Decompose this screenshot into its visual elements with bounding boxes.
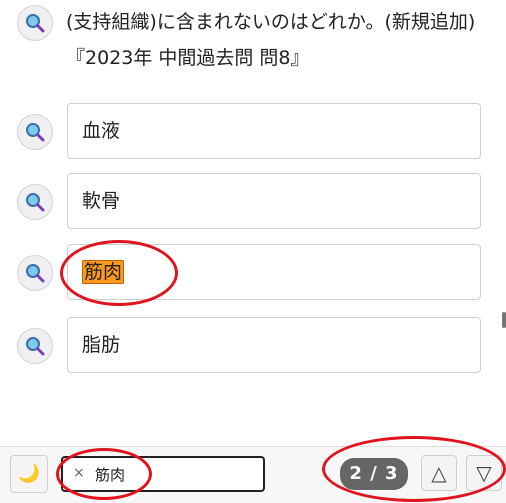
answer-option-1[interactable]: 血液 bbox=[67, 103, 481, 159]
question-lookup-button[interactable] bbox=[17, 5, 53, 41]
magnifier-icon bbox=[26, 14, 45, 33]
magnifier-icon bbox=[26, 123, 45, 142]
option-label: 脂肪 bbox=[82, 334, 121, 356]
triangle-up-icon: △ bbox=[431, 461, 447, 485]
question-text: (支持組織)に含まれないのはどれか。(新規追加)『2023年 中間過去問 問8』 bbox=[66, 11, 476, 69]
search-match-highlight: 筋肉 bbox=[82, 260, 125, 284]
match-counter: 2 / 3 bbox=[340, 458, 408, 490]
option-1-lookup-button[interactable] bbox=[17, 114, 53, 150]
magnifier-icon bbox=[26, 193, 45, 212]
moon-icon: 🌙 bbox=[17, 463, 41, 484]
close-icon[interactable]: × bbox=[73, 465, 85, 481]
dark-mode-button[interactable]: 🌙 bbox=[10, 455, 48, 493]
option-3-lookup-button[interactable] bbox=[17, 255, 53, 291]
option-4-lookup-button[interactable] bbox=[17, 328, 53, 364]
magnifier-icon bbox=[26, 264, 45, 283]
answer-option-3[interactable]: 筋肉 bbox=[67, 244, 481, 300]
search-input[interactable]: × 筋肉 bbox=[61, 456, 265, 492]
option-2-lookup-button[interactable] bbox=[17, 184, 53, 220]
option-label: 軟骨 bbox=[82, 190, 121, 212]
triangle-down-icon: ▽ bbox=[476, 461, 492, 485]
answer-option-4[interactable]: 脂肪 bbox=[67, 317, 481, 373]
scrollbar-thumb[interactable] bbox=[502, 312, 506, 328]
magnifier-icon bbox=[26, 337, 45, 356]
option-label: 筋肉 bbox=[82, 259, 125, 285]
previous-match-button[interactable]: △ bbox=[421, 455, 457, 491]
search-result-page: (支持組織)に含まれないのはどれか。(新規追加)『2023年 中間過去問 問8』… bbox=[0, 0, 506, 503]
next-match-button[interactable]: ▽ bbox=[466, 455, 502, 491]
answer-option-2[interactable]: 軟骨 bbox=[67, 173, 481, 229]
search-input-value: 筋肉 bbox=[95, 466, 126, 484]
option-label: 血液 bbox=[82, 120, 121, 142]
